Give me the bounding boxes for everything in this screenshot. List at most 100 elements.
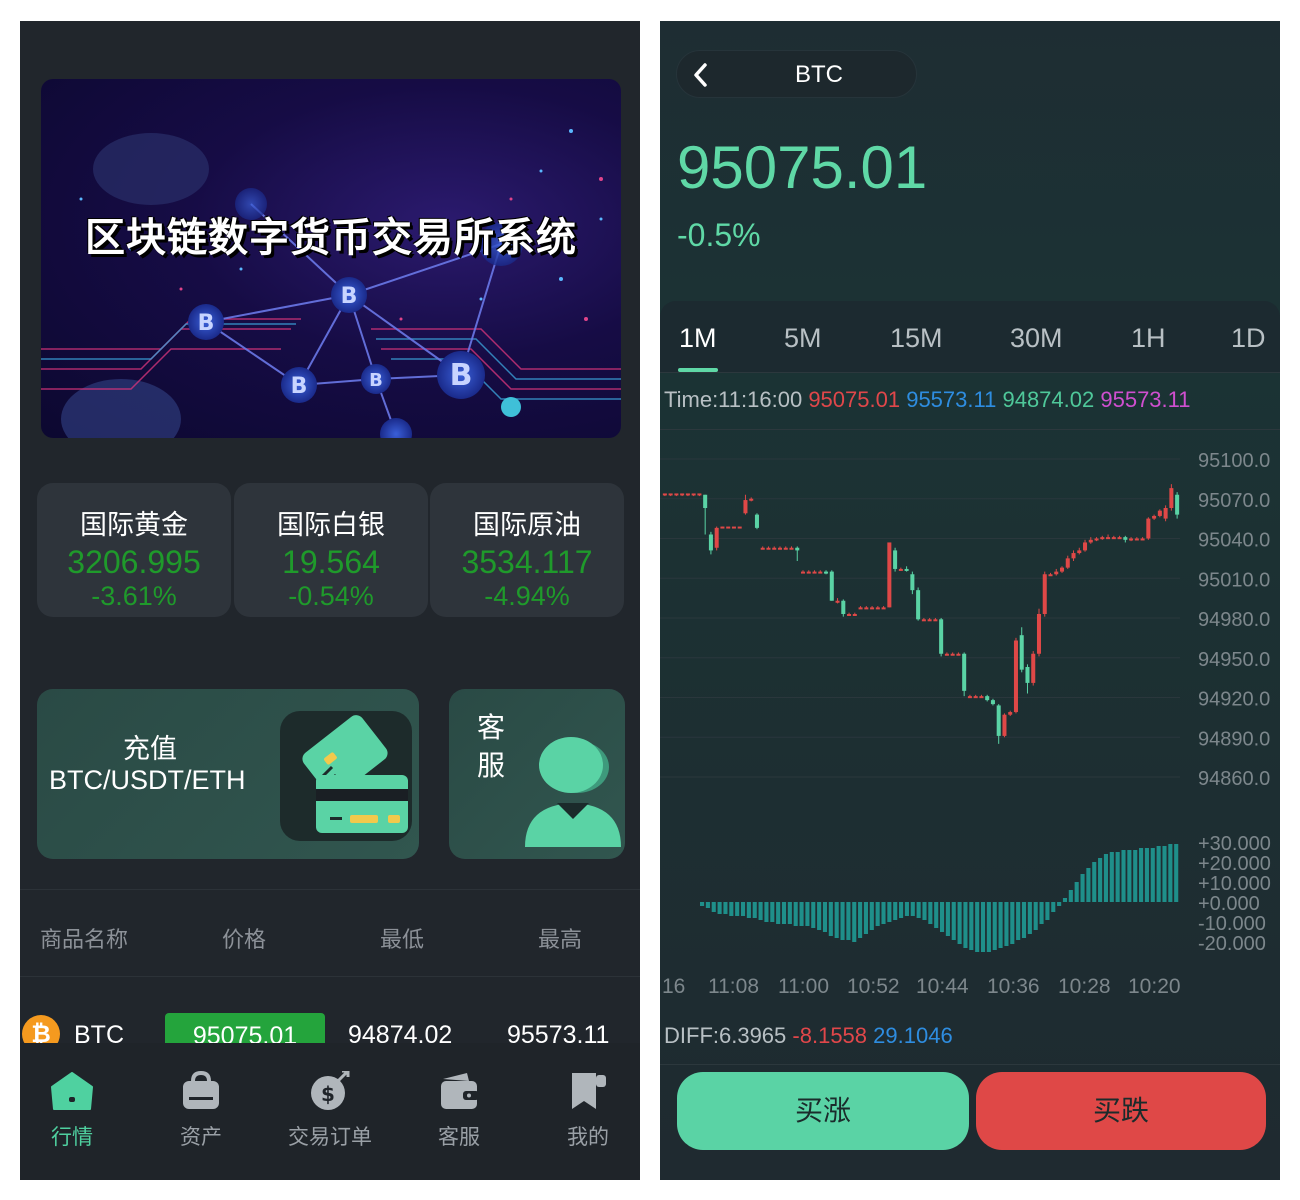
wallet-icon [441,1073,479,1109]
tab-period-1h[interactable]: 1H [1131,323,1166,354]
macd-bar [781,902,787,924]
x-tick-label: 11:08 [708,975,759,998]
macd-bar [746,902,751,918]
market-card-gold[interactable]: 国际黄金 3206.995 -3.61% [37,483,231,617]
macd-bar [735,902,740,916]
tab-period-1m[interactable]: 1M [679,323,717,354]
diff-value: DIFF:6.3965 [664,1023,787,1048]
buy-down-button[interactable]: 买跌 [976,1072,1266,1150]
tab-period-15m[interactable]: 15M [890,323,943,354]
candle-body [973,696,978,699]
candle-body [1042,574,1047,614]
tab-assets[interactable]: 资产 [149,1070,253,1151]
macd-value: 29.1046 [873,1023,953,1048]
buy-up-button[interactable]: 买涨 [677,1072,969,1150]
candle-body [668,493,673,496]
macd-bar [1086,868,1091,902]
candle-body [1013,640,1018,713]
tab-label: 行情 [51,1125,93,1149]
current-price: 95075.01 [677,134,928,201]
macd-bar [1098,858,1103,902]
tab-period-1d[interactable]: 1D [1231,323,1266,354]
macd-bar [700,902,705,906]
macd-bar [928,902,933,924]
macd-bar [1062,898,1068,902]
candle-body [829,571,834,601]
macd-bar [934,902,939,928]
candle-body [662,493,667,496]
macd-bar [817,902,822,930]
candle-body [1054,571,1059,575]
candle-body [1157,510,1162,516]
home-screen: B B B B B 区块链数字货币交易所系统 国际黄金 3206.995 -3.… [20,21,640,1180]
candle-body [818,571,823,574]
candle-body [1008,712,1013,715]
macd-bar [828,902,833,936]
x-tick-label: 10:52 [847,975,900,998]
macd-tick-label: +0.000 [1198,893,1260,915]
tab-service[interactable]: 客服 [407,1071,511,1151]
candle-body [824,571,829,574]
macd-bar [1092,862,1097,902]
candle-body [1065,558,1070,568]
trade-detail-screen: BTC 95075.01 -0.5% 1M 5M 15M 30M 1H 1D T… [660,21,1280,1180]
recharge-card[interactable]: 充值 BTC/USDT/ETH [37,689,419,859]
tab-label: 交易订单 [288,1125,372,1149]
macd-bar [1010,902,1015,944]
candle-body [933,619,938,622]
macd-bar [822,902,828,932]
candle-body [956,653,961,656]
candle-body [927,619,932,622]
macd-bar [740,902,746,916]
tab-label: 客服 [438,1125,480,1149]
y-tick-label: 94860.0 [1198,768,1270,790]
candle-body [674,493,679,496]
macd-bar [980,902,986,952]
tab-period-30m[interactable]: 30M [1010,323,1063,354]
candle-body [777,547,783,550]
candle-body [1106,537,1111,540]
candle-body [1129,538,1134,541]
recharge-subtitle: BTC/USDT/ETH [49,765,246,795]
svg-text:$: $ [321,1082,335,1106]
tab-period-5m[interactable]: 5M [784,323,822,354]
promo-banner[interactable]: B B B B B 区块链数字货币交易所系统 [41,79,621,438]
customer-service-card[interactable]: 客服 [449,689,625,859]
macd-bar [770,902,775,922]
candle-body [1031,653,1036,683]
candlestick-chart[interactable]: 95100.0 95070.0 95040.0 95010.0 94980.0 94950… [660,430,1280,1010]
candle-body [708,534,713,551]
macd-bar [940,902,945,932]
macd-bar [1045,902,1050,920]
candle-body [921,619,926,622]
market-change: -4.94% [484,581,570,611]
candle-body [1002,714,1007,736]
market-card-silver[interactable]: 国际白银 19.564 -0.54% [234,483,428,617]
x-tick-label: 10:36 [987,975,1040,998]
y-tick-label: 95010.0 [1198,569,1270,591]
candle-body [1036,614,1042,654]
market-card-oil[interactable]: 国际原油 3534.117 -4.94% [430,483,624,617]
candle-body [743,500,748,514]
tab-orders[interactable]: $ 交易订单 [278,1069,382,1151]
tab-market[interactable]: 行情 [20,1071,124,1151]
macd-bar [787,902,792,924]
svg-text:B: B [450,358,473,393]
x-tick-label: 10:44 [916,975,969,998]
candle-body [1146,518,1151,539]
macd-bar [975,902,980,952]
macd-bar [1168,844,1173,902]
tab-mine[interactable]: 我的 [536,1071,640,1151]
candle-body [1163,508,1168,519]
macd-tick-label: +30.000 [1198,833,1271,855]
macd-bar [963,902,968,948]
candle-body [835,600,840,603]
candle-body [766,547,771,550]
macd-bar [811,902,816,928]
candle-body [979,696,984,699]
candle-body [985,696,990,701]
macd-bar [1074,882,1079,902]
candle-body [737,526,742,529]
candle-body [806,571,811,574]
service-label: 客服 [477,711,506,782]
